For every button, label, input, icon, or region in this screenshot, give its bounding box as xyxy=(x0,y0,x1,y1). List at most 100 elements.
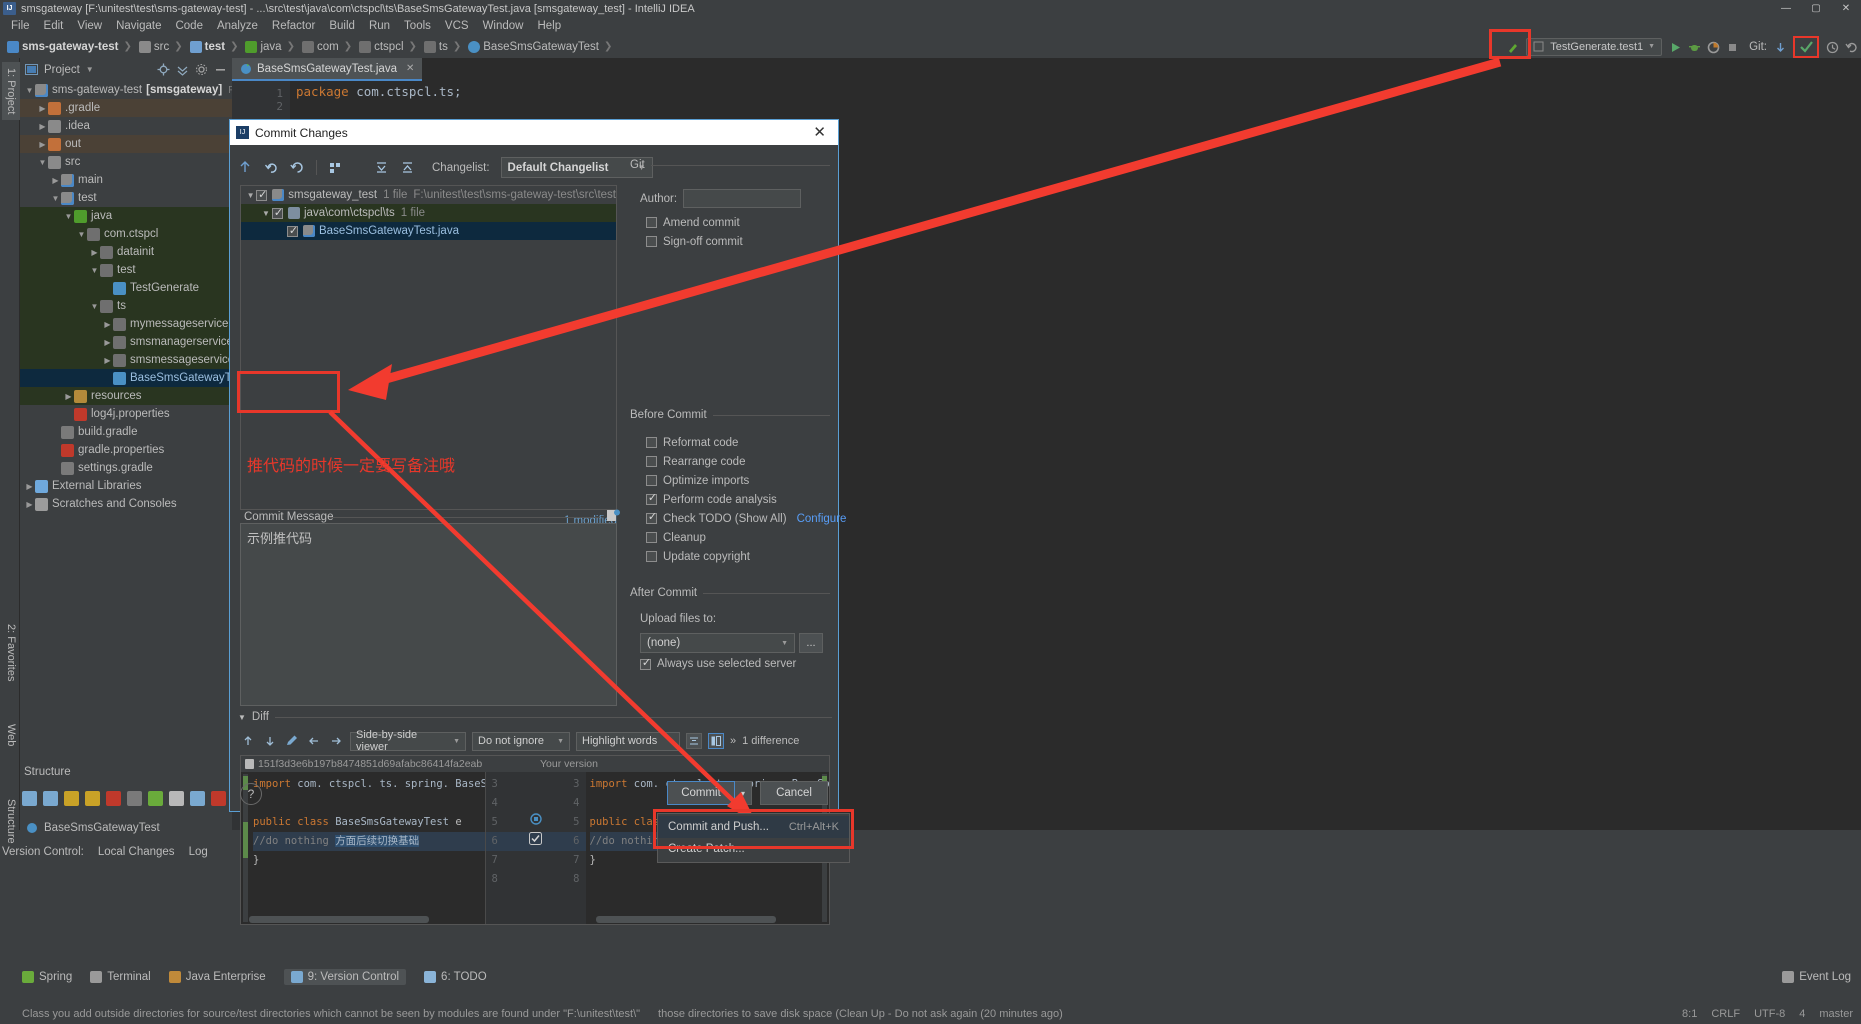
project-tree-node[interactable]: settings.gradle xyxy=(20,459,232,477)
stop-icon[interactable] xyxy=(1726,41,1738,53)
editor-tab[interactable]: BaseSmsGatewayTest.java ✕ xyxy=(232,58,423,81)
project-tree-node[interactable]: ▼ src xyxy=(20,153,232,171)
menu-item-edit[interactable]: Edit xyxy=(37,19,71,33)
sort-type-icon[interactable] xyxy=(43,791,58,806)
chevron-right-icon[interactable]: ▶ xyxy=(50,176,61,185)
breadcrumb-item-com[interactable]: com ❯ xyxy=(301,40,358,53)
collapse-unchanged-icon[interactable] xyxy=(686,733,702,749)
project-tree-node[interactable]: ▶ External Libraries xyxy=(20,477,232,495)
editor-code[interactable]: package com.ctspcl.ts; xyxy=(296,84,462,99)
diff-left-pane[interactable]: import com. ctspcl. ts. spring. BaseS pub… xyxy=(241,772,486,924)
version-control-bar[interactable]: Version Control: Local Changes Log xyxy=(2,846,208,858)
sort-alpha-icon[interactable] xyxy=(22,791,37,806)
chevron-down-icon[interactable]: ▼ xyxy=(37,158,48,167)
commit-message-input[interactable]: 示例推代码 xyxy=(240,523,617,706)
before-commit-option-perform-code-analysis[interactable]: ✓ Perform code analysis xyxy=(646,490,846,509)
breadcrumb-item-sms-gateway-test[interactable]: sms-gateway-test ❯ xyxy=(6,40,138,53)
before-commit-option-optimize-imports[interactable]: Optimize imports xyxy=(646,471,846,490)
diff-viewer-combo[interactable]: Side-by-side viewer ▼ xyxy=(350,729,466,753)
menu-item-view[interactable]: View xyxy=(70,19,109,33)
project-tree-node[interactable]: ▶ Scratches and Consoles xyxy=(20,495,232,513)
menu-item-run[interactable]: Run xyxy=(362,19,397,33)
maximize-icon[interactable]: ▢ xyxy=(1801,0,1831,17)
tool-window-structure[interactable]: Structure xyxy=(2,793,20,850)
window-controls[interactable]: — ▢ ✕ xyxy=(1771,0,1861,17)
before-commit-checkboxes[interactable]: Reformat code Rearrange code Optimize impo… xyxy=(646,433,846,566)
prev-diff-icon[interactable] xyxy=(240,733,256,749)
bottom-tab-9-version-control[interactable]: 9: Version Control xyxy=(283,969,407,985)
always-use-server-row[interactable]: ✓ Always use selected server xyxy=(640,657,796,670)
tool-window-favorites[interactable]: 2: Favorites xyxy=(2,618,20,687)
close-icon[interactable]: ✕ xyxy=(807,125,832,140)
non-public-icon[interactable] xyxy=(106,791,121,806)
chevron-right-icon[interactable]: ▶ xyxy=(37,122,48,131)
breadcrumb-item-test[interactable]: test ❯ xyxy=(189,40,245,53)
menu-item-window[interactable]: Window xyxy=(476,19,531,33)
bottom-tab-spring[interactable]: Spring xyxy=(22,971,72,983)
close-icon[interactable]: ✕ xyxy=(1831,0,1861,17)
project-tree-node[interactable]: ▶ datainit xyxy=(20,243,232,261)
menu-item-commit-and-push[interactable]: Commit and Push... Ctrl+Alt+K xyxy=(658,816,849,838)
project-tree-node[interactable]: ▶ main xyxy=(20,171,232,189)
minimize-icon[interactable]: — xyxy=(1771,0,1801,17)
menu-item-create-patch[interactable]: Create Patch... xyxy=(658,838,849,860)
configure-link[interactable]: Configure xyxy=(797,513,847,525)
checkbox[interactable] xyxy=(646,456,657,467)
checkbox[interactable]: ✓ xyxy=(646,511,657,524)
menu-item-analyze[interactable]: Analyze xyxy=(210,19,265,33)
tool-window-web[interactable]: Web xyxy=(2,718,20,752)
chevron-down-icon[interactable]: ▼ xyxy=(89,266,100,275)
project-tree-node[interactable]: ▶ resources xyxy=(20,387,232,405)
browse-button[interactable]: ... xyxy=(799,633,823,653)
breadcrumb-item-ctspcl[interactable]: ctspcl ❯ xyxy=(358,40,423,53)
upload-server-row[interactable]: (none) ▼ ... xyxy=(640,633,823,653)
menu-item-navigate[interactable]: Navigate xyxy=(109,19,168,33)
upload-server-combo[interactable]: (none) ▼ xyxy=(640,633,795,653)
diff-right-scrollbar[interactable] xyxy=(596,916,776,923)
git-checkbox-group[interactable]: Amend commit Sign-off commit xyxy=(646,213,743,251)
chevron-right-icon[interactable]: ▶ xyxy=(102,338,113,347)
bottom-tool-strip[interactable]: Spring Terminal Java Enterprise 9: Version … xyxy=(0,966,1861,988)
checkbox[interactable] xyxy=(646,475,657,486)
project-tree-node[interactable]: ▶ out xyxy=(20,135,232,153)
chevron-down-icon[interactable]: ▼ xyxy=(245,191,256,200)
chevron-down-icon[interactable]: ▼ xyxy=(24,86,35,95)
accept-left-icon[interactable] xyxy=(306,733,322,749)
checkbox[interactable] xyxy=(646,236,657,247)
menu-item-tools[interactable]: Tools xyxy=(397,19,438,33)
cancel-button[interactable]: Cancel xyxy=(760,781,828,805)
before-commit-option-rearrange-code[interactable]: Rearrange code xyxy=(646,452,846,471)
menu-item-build[interactable]: Build xyxy=(322,19,362,33)
checkbox[interactable] xyxy=(646,532,657,543)
diff-center-gutter[interactable]: 334455667788 xyxy=(485,772,586,924)
chevron-right-icon[interactable]: ▶ xyxy=(89,248,100,257)
project-tree-node[interactable]: ▼sms-gateway-test[smsgateway]F:\unitest\… xyxy=(20,81,317,99)
before-commit-option-cleanup[interactable]: Cleanup xyxy=(646,528,846,547)
collapse-all-icon[interactable] xyxy=(176,63,189,76)
expand-icon[interactable] xyxy=(190,791,205,806)
diff-left-scrollbar[interactable] xyxy=(249,916,429,923)
project-tree-node[interactable]: ▼ com.ctspcl xyxy=(20,225,232,243)
author-input[interactable] xyxy=(683,189,802,208)
revert-icon[interactable] xyxy=(264,160,279,175)
chevron-down-icon[interactable]: ▼ xyxy=(89,302,100,311)
menu-item-file[interactable]: File xyxy=(4,19,37,33)
chevron-right-icon[interactable]: ▶ xyxy=(37,104,48,113)
bottom-tab-terminal[interactable]: Terminal xyxy=(90,971,151,983)
breadcrumb-item-basesmsgatewaytest[interactable]: BaseSmsGatewayTest ❯ xyxy=(467,40,618,53)
chevron-down-icon[interactable]: ▼ xyxy=(260,209,272,218)
file-checkbox[interactable] xyxy=(256,188,268,201)
chevron-right-icon[interactable]: ▶ xyxy=(37,140,48,149)
vc-tab-log[interactable]: Log xyxy=(189,846,208,858)
breadcrumb-item-java[interactable]: java ❯ xyxy=(244,40,301,53)
menu-item-vcs[interactable]: VCS xyxy=(438,19,476,33)
tool-window-project[interactable]: 1: Project xyxy=(2,62,20,121)
diff-group-header[interactable]: ▼ Diff xyxy=(238,711,832,723)
checkbox[interactable]: ✓ xyxy=(646,492,657,505)
collapse-icon[interactable] xyxy=(211,791,226,806)
project-tree-node[interactable]: BaseSmsGatewayTest xyxy=(20,369,246,387)
help-button[interactable]: ? xyxy=(240,783,262,805)
breadcrumb-item-ts[interactable]: ts ❯ xyxy=(423,40,467,53)
show-diff-icon[interactable] xyxy=(238,160,253,175)
menu-item-help[interactable]: Help xyxy=(530,19,568,33)
